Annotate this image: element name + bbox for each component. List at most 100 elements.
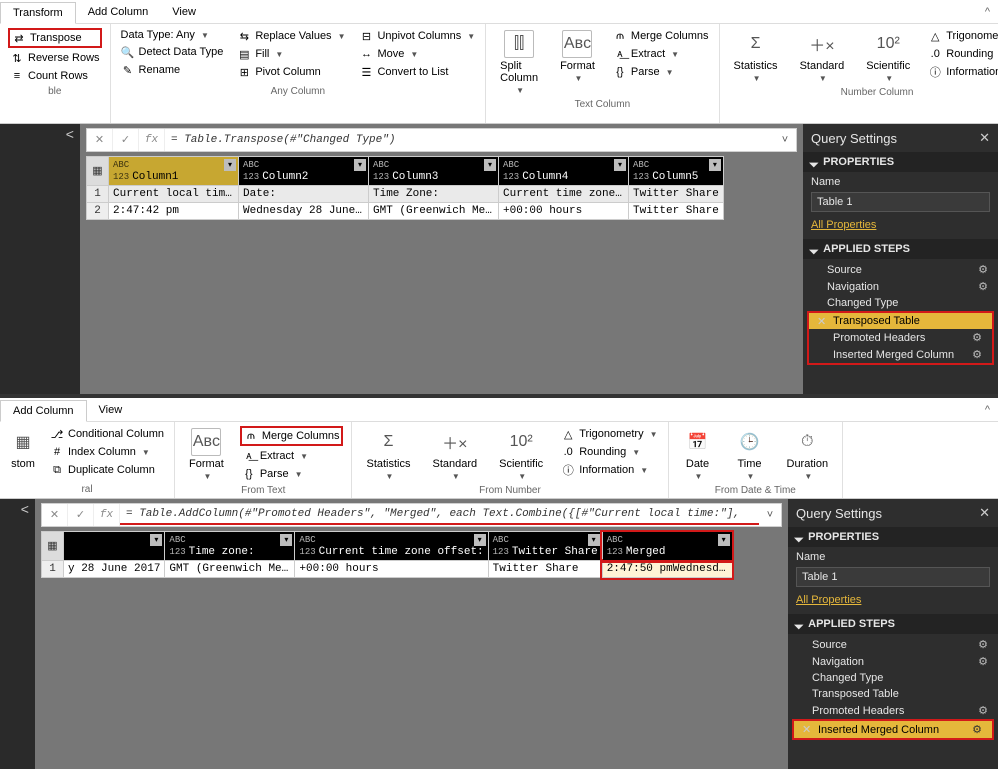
- cell[interactable]: Wednesday 28 June 2017: [239, 203, 369, 220]
- cancel-formula-button[interactable]: ✕: [87, 129, 113, 151]
- cell[interactable]: +00:00 hours: [295, 561, 488, 578]
- chevron-left-icon[interactable]: <: [66, 128, 74, 144]
- tab-add-column[interactable]: Add Column: [76, 2, 161, 23]
- trig-button-2[interactable]: △Trigonometry▼: [559, 426, 659, 442]
- format-button-2[interactable]: AʙᴄFormat▼: [183, 426, 230, 483]
- cell[interactable]: +00:00 hours: [499, 203, 629, 220]
- row-number[interactable]: 1: [42, 561, 64, 578]
- delete-step-icon[interactable]: ✕: [817, 315, 826, 328]
- formula-input-2[interactable]: [120, 505, 759, 525]
- gear-icon[interactable]: ⚙: [978, 655, 988, 668]
- gear-icon[interactable]: ⚙: [972, 723, 982, 736]
- cell[interactable]: Current local time:: [109, 186, 239, 203]
- properties-header[interactable]: PROPERTIES: [803, 152, 998, 172]
- replace-values-button[interactable]: ⇆Replace Values▼: [235, 28, 347, 44]
- applied-step[interactable]: Transposed Table: [788, 686, 998, 702]
- cell[interactable]: Time Zone:: [369, 186, 499, 203]
- applied-steps-header-2[interactable]: APPLIED STEPS: [788, 614, 998, 634]
- cell[interactable]: Twitter Share: [629, 186, 724, 203]
- applied-step[interactable]: Navigation⚙: [788, 653, 998, 670]
- transpose-button[interactable]: ⇄Transpose: [8, 28, 102, 48]
- expand-formula-icon[interactable]: ˅: [774, 134, 796, 146]
- statistics-button[interactable]: ΣStatistics▼: [728, 28, 784, 85]
- cell[interactable]: Twitter Share: [488, 561, 602, 578]
- accept-formula-button-2[interactable]: ✓: [68, 504, 94, 526]
- formula-input[interactable]: [165, 131, 774, 149]
- column-header[interactable]: ABC123Column4▾: [499, 157, 629, 186]
- column-header[interactable]: ABC123Column1▾: [109, 157, 239, 186]
- scientific-button[interactable]: 10²Scientific▼: [860, 28, 916, 85]
- count-rows-button[interactable]: ≡Count Rows: [8, 68, 102, 84]
- standard-button[interactable]: ＋×Standard▼: [794, 28, 851, 85]
- conditional-column-button[interactable]: ⎇Conditional Column: [48, 426, 166, 442]
- column-header[interactable]: ABC123Twitter Share▾: [488, 532, 602, 561]
- column-header[interactable]: ABC123Merged▾: [602, 532, 732, 561]
- gear-icon[interactable]: ⚙: [972, 348, 982, 361]
- column-header[interactable]: ABC123Column2▾: [239, 157, 369, 186]
- delete-step-icon[interactable]: ✕: [802, 723, 811, 736]
- tab-view[interactable]: View: [160, 2, 208, 23]
- fx-button[interactable]: fx: [139, 129, 165, 151]
- queries-pane-collapsed[interactable]: <: [0, 124, 80, 394]
- gear-icon[interactable]: ⚙: [972, 331, 982, 344]
- collapse-ribbon-icon-2[interactable]: ^: [977, 400, 998, 421]
- column-header[interactable]: ABC123Column3▾: [369, 157, 499, 186]
- standard-button-2[interactable]: ＋×Standard▼: [427, 426, 484, 483]
- column-header[interactable]: ABC123Time zone:▾: [165, 532, 295, 561]
- applied-step[interactable]: Changed Type: [803, 295, 998, 311]
- expand-formula-icon-2[interactable]: ˅: [759, 509, 781, 521]
- parse-button-2[interactable]: {}Parse▼: [240, 466, 344, 482]
- time-button-2[interactable]: 🕒Time▼: [729, 426, 771, 483]
- collapse-ribbon-icon[interactable]: ^: [977, 2, 998, 23]
- applied-step[interactable]: Source⚙: [803, 261, 998, 278]
- close-icon[interactable]: ✕: [979, 130, 990, 146]
- cell[interactable]: GMT (Greenwich Mean…: [165, 561, 295, 578]
- convert-list-button[interactable]: ☰Convert to List: [357, 64, 477, 80]
- duplicate-column-button[interactable]: ⧉Duplicate Column: [48, 462, 166, 478]
- pivot-column-button[interactable]: ⊞Pivot Column: [235, 64, 347, 80]
- cell[interactable]: GMT (Greenwich Mean…: [369, 203, 499, 220]
- duration-button-2[interactable]: ⏱Duration▼: [781, 426, 835, 483]
- reverse-rows-button[interactable]: ⇅Reverse Rows: [8, 50, 102, 66]
- cell[interactable]: 2:47:50 pmWednesday 28 Ju…: [602, 561, 732, 578]
- detect-type-button[interactable]: 🔍Detect Data Type: [119, 44, 226, 60]
- cell[interactable]: Current time zone of…: [499, 186, 629, 203]
- applied-step[interactable]: ✕Transposed Table: [809, 313, 992, 329]
- data-grid-2[interactable]: ▦▾ABC123Time zone:▾ABC123Current time zo…: [41, 531, 733, 578]
- scientific-button-2[interactable]: 10²Scientific▼: [493, 426, 549, 483]
- applied-step[interactable]: Inserted Merged Column⚙: [809, 346, 992, 363]
- all-properties-link-2[interactable]: All Properties: [796, 594, 990, 606]
- index-column-button[interactable]: #Index Column▼: [48, 444, 166, 460]
- move-button[interactable]: ↔Move▼: [357, 46, 477, 62]
- unpivot-button[interactable]: ⊟Unpivot Columns▼: [357, 28, 477, 44]
- chevron-left-icon-2[interactable]: <: [21, 503, 29, 519]
- accept-formula-button[interactable]: ✓: [113, 129, 139, 151]
- cell[interactable]: y 28 June 2017: [64, 561, 165, 578]
- info-button[interactable]: ⓘInformation▼: [926, 64, 998, 80]
- tab-transform[interactable]: Transform: [0, 2, 76, 24]
- format-button[interactable]: AʙᴄFormat▼: [554, 28, 601, 85]
- rename-button[interactable]: ✎Rename: [119, 62, 226, 78]
- custom-column-button[interactable]: ▦stom: [8, 426, 38, 472]
- merge-columns-button[interactable]: ⫙Merge Columns: [611, 28, 711, 44]
- merge-columns-button-2[interactable]: ⫙Merge Columns: [240, 426, 344, 446]
- row-number[interactable]: 1: [87, 186, 109, 203]
- rounding-button-2[interactable]: .0Rounding▼: [559, 444, 659, 460]
- name-input-2[interactable]: Table 1: [796, 567, 990, 587]
- cell[interactable]: Date:: [239, 186, 369, 203]
- fill-button[interactable]: ▤Fill▼: [235, 46, 347, 62]
- extract-button[interactable]: ᴀ͟Extract▼: [611, 46, 711, 62]
- row-number[interactable]: 2: [87, 203, 109, 220]
- tab-view-2[interactable]: View: [87, 400, 135, 421]
- rounding-button[interactable]: .0Rounding▼: [926, 46, 998, 62]
- queries-pane-collapsed-2[interactable]: <: [0, 499, 35, 769]
- date-button-2[interactable]: 📅Date▼: [677, 426, 719, 483]
- applied-step[interactable]: Source⚙: [788, 636, 998, 653]
- applied-step[interactable]: Promoted Headers⚙: [809, 329, 992, 346]
- cell[interactable]: Twitter Share: [629, 203, 724, 220]
- cell[interactable]: 2:47:42 pm: [109, 203, 239, 220]
- applied-step[interactable]: Navigation⚙: [803, 278, 998, 295]
- applied-steps-header[interactable]: APPLIED STEPS: [803, 239, 998, 259]
- column-header[interactable]: ABC123Current time zone offset:▾: [295, 532, 488, 561]
- column-header[interactable]: ABC123Column5▾: [629, 157, 724, 186]
